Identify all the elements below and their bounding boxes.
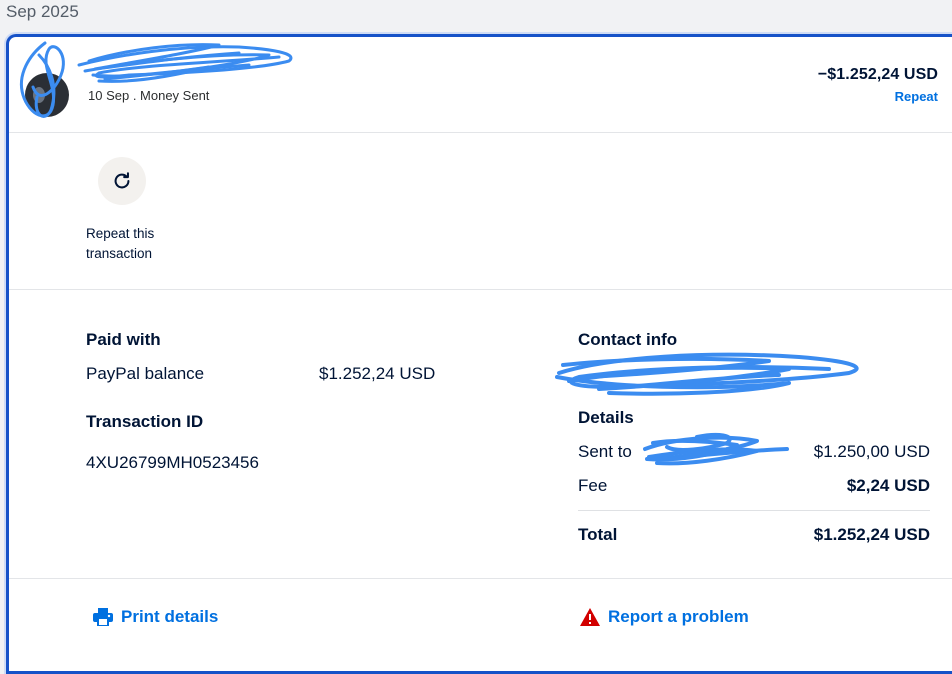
repeat-transaction-label: Repeat this transaction [86,226,155,261]
fee-label: Fee [578,476,608,495]
sent-to-amount: $1.250,00 USD [813,442,930,461]
payment-method: PayPal balance [86,364,205,383]
details-divider [578,510,930,511]
refresh-icon [114,172,130,189]
report-problem-label: Report a problem [608,607,749,626]
transaction-card: 10 Sep . Money Sent −$1.252,24 USD Repea… [6,34,952,674]
printer-icon [93,608,113,626]
transaction-date-type: 10 Sep . Money Sent [88,88,210,103]
quick-actions-row: Repeat this transaction [9,134,952,290]
fee-amount: $2,24 USD [846,476,930,495]
recipient-redaction-scribble [643,433,789,466]
transaction-id-value: 4XU26799MH0523456 [86,453,259,472]
month-header: Sep 2025 [6,2,79,21]
transaction-details-section: Paid with PayPal balance $1.252,24 USD T… [9,291,952,579]
paid-with-heading: Paid with [86,330,161,349]
contact-info-heading: Contact info [578,330,678,349]
transaction-amount: −$1.252,24 USD [817,66,938,83]
sent-to-label: Sent to [578,442,632,461]
transaction-id-heading: Transaction ID [86,412,204,431]
total-amount: $1.252,24 USD [813,525,930,544]
warning-icon [580,608,600,626]
transaction-summary-row[interactable]: 10 Sep . Money Sent −$1.252,24 USD Repea… [9,37,952,133]
payment-amount: $1.252,24 USD [319,364,436,383]
print-details-link[interactable]: Print details [93,607,218,627]
report-problem-link[interactable]: Report a problem [580,607,749,627]
avatar [25,73,69,117]
total-label: Total [578,525,618,544]
print-details-label: Print details [121,607,219,626]
contact-redaction-scribble [555,352,859,396]
repeat-link[interactable]: Repeat [895,89,938,104]
repeat-transaction-button[interactable] [98,157,146,205]
details-heading: Details [578,408,634,427]
